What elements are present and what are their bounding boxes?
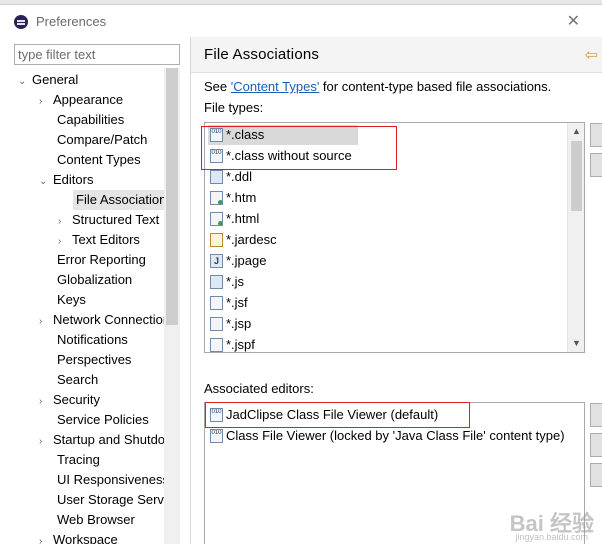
scroll-up-icon[interactable]: ▲ <box>568 123 584 140</box>
preference-tree: ⌄ General › Appearance Capabilities Compar… <box>14 68 164 544</box>
tree-item-workspace[interactable]: › Workspace <box>39 530 118 544</box>
file-type-row-htm[interactable]: *.htm <box>208 188 256 208</box>
tree-item-appearance[interactable]: › Appearance <box>39 90 123 110</box>
tree-item-user-storage-service[interactable]: User Storage Service <box>57 490 164 510</box>
tree-item-text-editors[interactable]: › Text Editors <box>58 230 140 250</box>
remove-file-type-button[interactable] <box>590 153 602 177</box>
chevron-right-icon[interactable]: › <box>39 432 53 452</box>
jspf-file-icon <box>210 338 223 352</box>
close-icon[interactable]: ✕ <box>567 11 580 31</box>
tree-item-security[interactable]: › Security <box>39 390 100 410</box>
class-viewer-icon: 010 <box>210 429 223 443</box>
chevron-right-icon[interactable]: › <box>39 532 53 544</box>
tree-item-notifications[interactable]: Notifications <box>57 330 128 350</box>
editor-row-jadclipse[interactable]: 010 JadClipse Class File Viewer (default) <box>208 405 438 425</box>
file-type-row-jsf[interactable]: *.jsf <box>208 293 248 313</box>
html-file-icon <box>210 191 223 205</box>
chevron-down-icon[interactable]: ⌄ <box>39 172 53 192</box>
remove-editor-button[interactable] <box>590 433 602 457</box>
tree-item-ui-responsiveness[interactable]: UI Responsiveness <box>57 470 164 490</box>
associated-editors-label: Associated editors: <box>204 381 314 396</box>
file-type-row-class-without-source[interactable]: 010 *.class without source <box>208 146 352 166</box>
file-associations-page: File Associations ⇦ See 'Content Types' … <box>191 37 602 544</box>
tree-item-service-policies[interactable]: Service Policies <box>57 410 149 430</box>
file-type-row-ddl[interactable]: *.ddl <box>208 167 252 187</box>
file-type-row-jspf[interactable]: *.jspf <box>208 335 255 352</box>
editor-row-class-file-viewer[interactable]: 010 Class File Viewer (locked by 'Java Cl… <box>208 426 565 446</box>
page-title: File Associations <box>204 46 320 63</box>
tree-item-error-reporting[interactable]: Error Reporting <box>57 250 146 270</box>
tree-item-editors[interactable]: ⌄ Editors <box>39 170 93 190</box>
file-type-row-class[interactable]: 010 *.class <box>208 125 358 145</box>
file-type-row-html[interactable]: *.html <box>208 209 259 229</box>
back-arrow-icon[interactable]: ⇦ <box>585 45 598 65</box>
tree-scrollbar[interactable] <box>164 68 180 544</box>
scroll-down-icon[interactable]: ▼ <box>568 335 584 352</box>
tree-item-perspectives[interactable]: Perspectives <box>57 350 131 370</box>
chevron-right-icon[interactable]: › <box>39 392 53 412</box>
tree-item-network-connections[interactable]: ›Network Connections <box>39 310 164 330</box>
chevron-down-icon[interactable]: ⌄ <box>18 72 32 92</box>
tree-item-keys[interactable]: Keys <box>57 290 86 310</box>
file-types-list[interactable]: 010 *.class 010 *.class without source *.d… <box>204 122 585 353</box>
file-type-row-js[interactable]: *.js <box>208 272 244 292</box>
content-types-link[interactable]: 'Content Types' <box>231 79 320 94</box>
window-title: Preferences <box>36 14 107 29</box>
tree-item-capabilities[interactable]: Capabilities <box>57 110 124 130</box>
class-viewer-icon: 010 <box>210 408 223 422</box>
tree-item-startup-and-shutdown[interactable]: ›Startup and Shutdown <box>39 430 164 450</box>
tree-item-tracing[interactable]: Tracing <box>57 450 100 470</box>
tree-item-compare-patch[interactable]: Compare/Patch <box>57 130 147 150</box>
file-types-scrollbar[interactable]: ▲ ▼ <box>567 123 584 352</box>
tree-item-web-browser[interactable]: Web Browser <box>57 510 135 530</box>
chevron-right-icon[interactable]: › <box>39 312 53 332</box>
baidu-watermark-url: jingyan.baidu.com <box>515 532 588 542</box>
file-type-row-jsp[interactable]: *.jsp <box>208 314 251 334</box>
tree-item-structured-text[interactable]: › Structured Text <box>58 210 159 230</box>
tree-item-globalization[interactable]: Globalization <box>57 270 132 290</box>
page-header: File Associations ⇦ <box>191 37 602 73</box>
file-types-label: File types: <box>204 100 264 115</box>
chevron-right-icon[interactable]: › <box>39 92 53 112</box>
tree-scrollbar-thumb[interactable] <box>166 68 178 325</box>
eclipse-app-icon <box>14 15 28 29</box>
jardesc-file-icon <box>210 233 223 247</box>
add-file-type-button[interactable] <box>590 123 602 147</box>
title-bar: Preferences ✕ <box>0 5 602 37</box>
tree-item-search[interactable]: Search <box>57 370 98 390</box>
jsf-file-icon <box>210 296 223 310</box>
ddl-file-icon <box>210 170 223 184</box>
class-file-icon: 010 <box>210 149 223 163</box>
chevron-right-icon[interactable]: › <box>58 232 72 252</box>
jsp-file-icon <box>210 317 223 331</box>
js-file-icon <box>210 275 223 289</box>
preference-tree-pane: ⌄General ›Appearance Capabilities Compar… <box>0 37 182 544</box>
file-type-row-jpage[interactable]: J *.jpage <box>208 251 266 271</box>
tree-item-general[interactable]: ⌄ General <box>18 70 78 90</box>
file-type-row-jardesc[interactable]: *.jardesc <box>208 230 277 250</box>
html-file-icon <box>210 212 223 226</box>
content-types-hint: See 'Content Types' for content-type bas… <box>204 79 552 94</box>
filter-input[interactable] <box>14 44 180 65</box>
class-file-icon: 010 <box>210 128 223 142</box>
file-types-scrollbar-thumb[interactable] <box>571 141 582 211</box>
tree-item-content-types[interactable]: Content Types <box>57 150 141 170</box>
tree-item-file-associations[interactable]: File Associations <box>73 190 164 210</box>
default-editor-button[interactable] <box>590 463 602 487</box>
chevron-right-icon[interactable]: › <box>58 212 72 232</box>
add-editor-button[interactable] <box>590 403 602 427</box>
jpage-file-icon: J <box>210 254 223 268</box>
